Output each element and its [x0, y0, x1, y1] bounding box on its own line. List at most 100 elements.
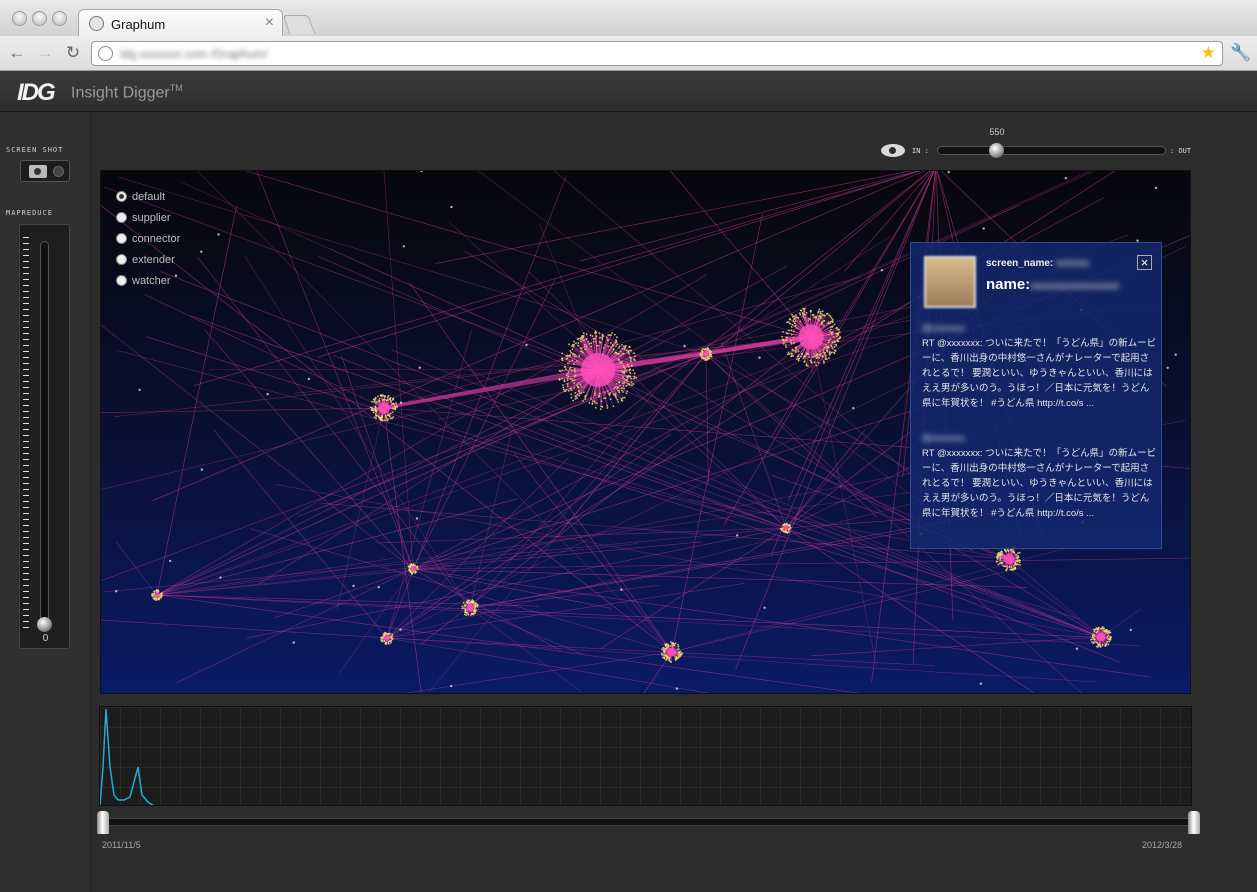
graph-edge: [514, 453, 673, 653]
zoom-slider-knob[interactable]: [989, 143, 1004, 158]
address-bar[interactable]: idg.xxxxxxx.com /Graphum/ ★: [91, 41, 1223, 66]
mode-option-default[interactable]: default: [116, 186, 180, 207]
graph-small-node: [266, 393, 269, 396]
graph-leaf-node: [570, 389, 573, 392]
graph-leaf-node: [372, 411, 375, 414]
graph-leaf-node: [1091, 641, 1093, 643]
graph-leaf-node: [838, 337, 840, 340]
graph-leaf-node: [579, 336, 582, 339]
graph-leaf-node: [476, 605, 479, 608]
app-name: Insight Digger: [71, 84, 170, 102]
browser-tab[interactable]: Graphum ×: [78, 9, 283, 37]
graph-small-node: [420, 171, 423, 173]
graph-hub-node: [798, 324, 824, 350]
mode-option-connector[interactable]: connector: [116, 228, 180, 249]
radio-button[interactable]: [116, 191, 127, 202]
graph-leaf-node: [628, 383, 631, 386]
graph-leaf-node: [824, 355, 827, 357]
graph-small-node: [620, 588, 623, 591]
graph-leaf-node: [833, 352, 836, 355]
graph-edge: [258, 369, 599, 585]
screenshot-button[interactable]: [20, 160, 70, 182]
mode-option-extender[interactable]: extender: [116, 249, 180, 270]
graph-small-node: [979, 682, 983, 685]
graph-small-node: [415, 517, 419, 520]
popup-close-button[interactable]: ×: [1137, 255, 1152, 270]
graph-leaf-node: [826, 312, 828, 315]
graph-leaf-node: [817, 310, 820, 313]
record-dot-icon: [53, 166, 64, 177]
radio-button[interactable]: [116, 254, 127, 265]
graph-leaf-node: [809, 318, 812, 321]
graph-edge: [671, 541, 1092, 653]
graph-leaf-node: [1003, 565, 1006, 568]
wrench-icon[interactable]: 🔧: [1230, 43, 1251, 63]
graph-leaf-node: [558, 379, 561, 381]
graph-leaf-node: [385, 415, 387, 417]
graph-edge: [469, 607, 583, 693]
graph-leaf-node: [609, 398, 612, 401]
graph-edge: [101, 407, 385, 413]
graph-leaf-node: [590, 342, 593, 345]
tab-close-icon[interactable]: ×: [265, 14, 274, 32]
graph-leaf-node: [782, 339, 785, 342]
graph-leaf-node: [677, 648, 680, 651]
graph-leaf-node: [1018, 561, 1021, 564]
graph-leaf-node: [618, 381, 620, 384]
graph-leaf-node: [813, 361, 816, 364]
minimize-window-button[interactable]: [32, 11, 47, 26]
camera-icon: [29, 165, 47, 178]
back-arrow-icon[interactable]: ←: [6, 43, 28, 63]
graph-leaf-node: [666, 646, 668, 649]
new-tab-button[interactable]: [282, 15, 316, 34]
graph-leaf-node: [677, 645, 680, 648]
graph-hub-node: [384, 635, 390, 641]
graph-leaf-node: [584, 398, 587, 401]
graph-leaf-node: [567, 389, 570, 392]
bookmark-star-icon[interactable]: ★: [1201, 43, 1216, 63]
forward-arrow-icon[interactable]: →: [34, 43, 56, 63]
graph-edge: [810, 336, 877, 667]
mode-option-watcher[interactable]: watcher: [116, 270, 180, 291]
mapreduce-track[interactable]: [40, 241, 49, 626]
graph-leaf-node: [634, 355, 636, 358]
graph-leaf-node: [616, 343, 619, 346]
graph-leaf-node: [580, 392, 583, 394]
trademark: TM: [169, 83, 183, 93]
reload-icon[interactable]: ↻: [62, 43, 84, 63]
timeline-chart: [99, 706, 1192, 806]
graph-leaf-node: [574, 398, 577, 400]
graph-edge: [246, 527, 787, 639]
graph-leaf-node: [707, 355, 710, 358]
graph-leaf-node: [677, 656, 680, 659]
graph-leaf-node: [826, 349, 829, 352]
date-range-start-handle[interactable]: [97, 811, 109, 834]
mapreduce-knob[interactable]: [37, 617, 52, 632]
graph-leaf-node: [626, 363, 629, 366]
zoom-slider-track[interactable]: [937, 146, 1166, 155]
graph-leaf-node: [598, 332, 601, 335]
radio-button[interactable]: [116, 275, 127, 286]
graph-leaf-node: [621, 399, 624, 402]
graph-leaf-node: [1109, 638, 1112, 641]
graph-leaf-node: [784, 344, 787, 347]
close-window-button[interactable]: [12, 11, 27, 26]
graph-leaf-node: [829, 330, 832, 333]
radio-button[interactable]: [116, 212, 127, 223]
graph-leaf-node: [788, 318, 791, 320]
date-range-track[interactable]: [100, 818, 1195, 826]
graph-leaf-node: [706, 347, 709, 349]
graph-leaf-node: [788, 525, 791, 528]
graph-small-node: [402, 245, 406, 248]
graph-leaf-node: [823, 353, 826, 356]
graph-hub-node: [703, 351, 709, 357]
graph-leaf-node: [562, 386, 565, 389]
graph-leaf-node: [411, 573, 413, 575]
mode-option-supplier[interactable]: supplier: [116, 207, 180, 228]
radio-button[interactable]: [116, 233, 127, 244]
maximize-window-button[interactable]: [52, 11, 67, 26]
graph-leaf-node: [474, 612, 476, 615]
date-range-end-handle[interactable]: [1188, 811, 1200, 834]
graph-leaf-node: [615, 336, 618, 339]
graph-leaf-node: [381, 640, 383, 643]
